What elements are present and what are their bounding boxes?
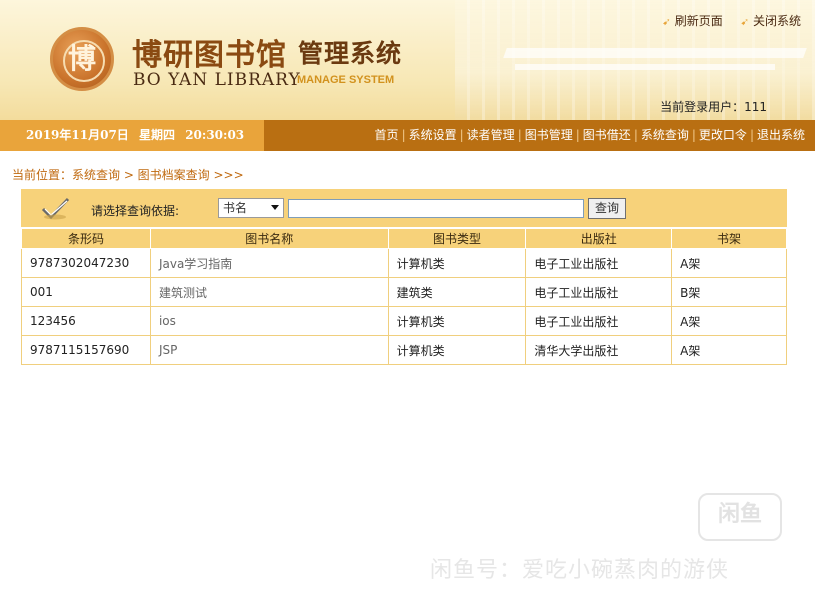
nav-menu: 首页 | 系统设置 | 读者管理 | 图书管理 | 图书借还 | 系统查询 | 更改口令 | 退出系统 <box>374 128 805 142</box>
cell-shelf: B架 <box>671 277 787 307</box>
cell-shelf: A架 <box>671 248 787 278</box>
nav-item-logout[interactable]: 退出系统 <box>757 128 805 142</box>
cell-barcode: 001 <box>21 277 151 307</box>
cell-barcode: 9787115157690 <box>21 335 151 365</box>
close-system-link[interactable]: ➹ 关闭系统 <box>741 14 801 28</box>
nav-item-book-management[interactable]: 图书管理 <box>525 128 573 142</box>
arrow-icon: ➹ <box>662 17 671 28</box>
current-time: 20:30:03 <box>185 128 245 142</box>
search-criteria-value: 书名 <box>223 201 248 215</box>
library-name-cn: 博研图书馆 <box>132 38 287 73</box>
cell-book-type: 计算机类 <box>387 248 527 278</box>
watermark-logo: 闲鱼 <box>698 493 782 541</box>
current-weekday: 星期四 <box>139 128 176 142</box>
cell-book-type: 计算机类 <box>387 306 527 336</box>
cell-book-name[interactable]: ios <box>149 306 389 336</box>
watermark-text: 闲鱼号：爱吃小碗蒸肉的游侠 <box>430 558 730 583</box>
nav-item-reader-management[interactable]: 读者管理 <box>467 128 515 142</box>
main-nav-bar: 2019年11月07日 星期四 20:30:03 首页 | 系统设置 | 读者管理 | 图书… <box>0 120 815 151</box>
column-header-book-name: 图书名称 <box>149 228 389 249</box>
cell-barcode: 123456 <box>21 306 151 336</box>
arrow-icon: ➹ <box>740 17 749 28</box>
current-date: 2019年11月07日 <box>26 128 129 142</box>
column-header-shelf: 书架 <box>671 228 787 249</box>
cell-book-type: 建筑类 <box>387 277 527 307</box>
cell-shelf: A架 <box>671 306 787 336</box>
building-decoration <box>515 64 775 70</box>
table-row: 123456 ios 计算机类 电子工业出版社 A架 <box>21 306 787 336</box>
refresh-page-link[interactable]: ➹ 刷新页面 <box>662 14 722 28</box>
cell-publisher: 电子工业出版社 <box>525 277 673 307</box>
system-name-cn: 管理系统 <box>298 39 403 68</box>
column-header-barcode: 条形码 <box>21 228 151 249</box>
nav-item-home[interactable]: 首页 <box>375 128 399 142</box>
cell-shelf: A架 <box>671 335 787 365</box>
top-links: ➹ 刷新页面 ➹ 关闭系统 <box>648 12 801 29</box>
system-name-en: MANAGE SYSTEM <box>297 74 395 86</box>
cell-publisher: 清华大学出版社 <box>525 335 673 365</box>
library-name-en: BO YAN LIBRARY <box>133 70 301 90</box>
date-time-display: 2019年11月07日 星期四 20:30:03 <box>0 120 264 151</box>
search-criteria-select[interactable]: 书名 <box>218 198 284 218</box>
library-seal-logo: 博 <box>50 27 114 91</box>
search-bar: 请选择查询依据: 书名 查询 <box>21 189 787 227</box>
cell-book-name[interactable]: JSP <box>149 335 389 365</box>
page-header: 博 博研图书馆 管理系统 BO YAN LIBRARY MANAGE SYSTE… <box>0 0 815 120</box>
chevron-down-icon <box>271 205 279 210</box>
cell-barcode: 9787302047230 <box>21 248 151 278</box>
breadcrumb: 当前位置：系统查询 > 图书档案查询 >>> <box>12 168 244 182</box>
cell-book-name[interactable]: Java学习指南 <box>149 248 389 278</box>
query-button[interactable]: 查询 <box>588 198 626 219</box>
nav-item-borrow-return[interactable]: 图书借还 <box>583 128 631 142</box>
column-header-publisher: 出版社 <box>525 228 673 249</box>
nav-item-change-password[interactable]: 更改口令 <box>699 128 747 142</box>
cell-publisher: 电子工业出版社 <box>525 248 673 278</box>
seal-glyph: 博 <box>67 42 96 75</box>
building-decoration <box>503 48 807 58</box>
nav-item-system-query[interactable]: 系统查询 <box>641 128 689 142</box>
book-result-table: 条形码 图书名称 图书类型 出版社 书架 9787302047230 Java学… <box>21 228 787 365</box>
search-input[interactable] <box>288 199 584 218</box>
table-row: 001 建筑测试 建筑类 电子工业出版社 B架 <box>21 277 787 307</box>
cell-publisher: 电子工业出版社 <box>525 306 673 336</box>
cell-book-type: 计算机类 <box>387 335 527 365</box>
search-criteria-label: 请选择查询依据: <box>91 204 180 218</box>
table-row: 9787115157690 JSP 计算机类 清华大学出版社 A架 <box>21 335 787 365</box>
table-header-row: 条形码 图书名称 图书类型 出版社 书架 <box>21 228 787 249</box>
checkmark-search-icon <box>41 197 70 220</box>
current-login-user: 当前登录用户：111 <box>660 100 767 114</box>
cell-book-name[interactable]: 建筑测试 <box>149 277 389 307</box>
table-row: 9787302047230 Java学习指南 计算机类 电子工业出版社 A架 <box>21 248 787 278</box>
nav-item-system-settings[interactable]: 系统设置 <box>409 128 457 142</box>
column-header-book-type: 图书类型 <box>387 228 527 249</box>
